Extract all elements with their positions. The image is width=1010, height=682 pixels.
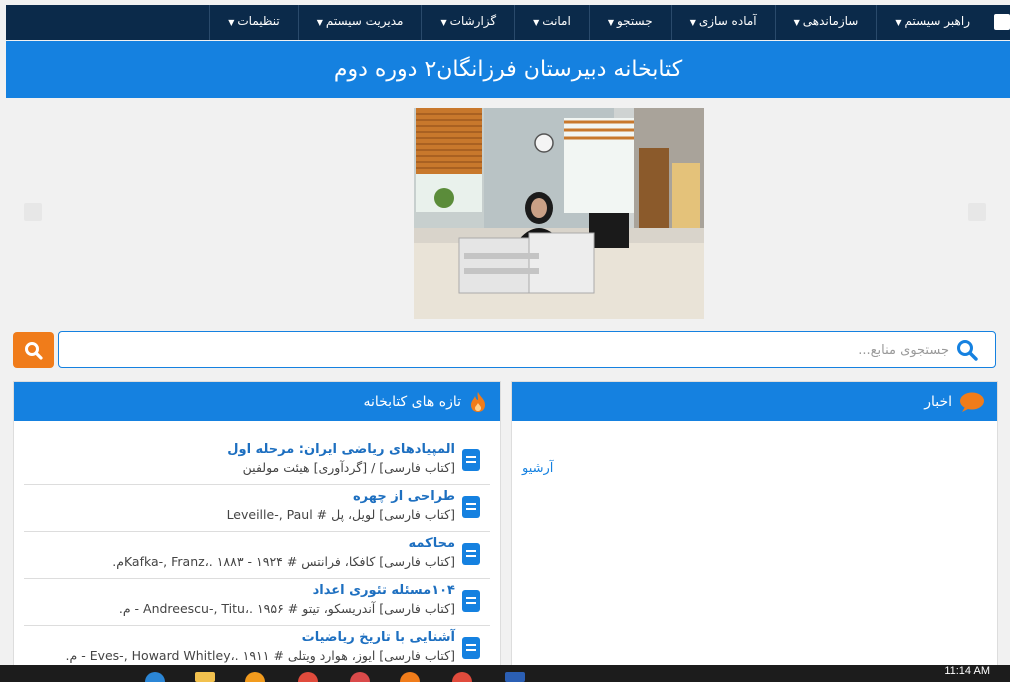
app-icon[interactable] xyxy=(245,672,265,682)
menu-item-settings[interactable]: تنظیمات▼ xyxy=(209,5,297,40)
book-meta: [کتاب فارسی] ایوز، هوارد ویتلی # ۱۹۱۱ .،… xyxy=(65,648,455,663)
menu-item-label: امانت xyxy=(542,14,571,28)
menu-item-label: آماده سازی xyxy=(698,14,757,28)
taskbar-clock[interactable]: 11:14 AM xyxy=(944,665,990,677)
top-navbar: راهبر سیستم▼ سازماندهی▼ آماده سازی▼ جستج… xyxy=(6,5,1010,40)
slider-prev-button[interactable] xyxy=(24,203,42,221)
book-icon xyxy=(462,496,480,518)
menu-item-label: جستجو xyxy=(616,14,653,28)
edge-icon[interactable] xyxy=(145,672,165,682)
list-item: المپیادهای ریاضی ایران: مرحله اول [کتاب … xyxy=(24,438,490,485)
main-menu: راهبر سیستم▼ سازماندهی▼ آماده سازی▼ جستج… xyxy=(209,5,988,40)
search-field-icon xyxy=(957,340,978,361)
list-item: محاکمه [کتاب فارسی] کافکا، فرانتس # ۱۹۲۴… xyxy=(24,532,490,579)
book-icon xyxy=(462,543,480,565)
menu-item-reports[interactable]: گزارشات▼ xyxy=(421,5,514,40)
caret-down-icon: ▼ xyxy=(793,18,800,27)
book-title-link[interactable]: طراحی از چهره xyxy=(353,489,455,504)
menu-item-cataloging[interactable]: سازماندهی▼ xyxy=(774,5,877,40)
app-icon[interactable] xyxy=(400,672,420,682)
recent-panel-title: تازه های کتابخانه xyxy=(363,393,461,410)
news-panel-header: اخبار xyxy=(512,382,997,421)
menu-item-label: گزارشات xyxy=(449,14,497,28)
caret-down-icon: ▼ xyxy=(440,18,447,27)
caret-down-icon: ▼ xyxy=(895,18,902,27)
fire-icon xyxy=(471,391,485,412)
news-archive-link[interactable]: آرشیو xyxy=(522,461,553,476)
book-title-link[interactable]: المپیادهای ریاضی ایران: مرحله اول xyxy=(227,442,455,457)
chrome-icon[interactable] xyxy=(452,672,472,682)
library-photo xyxy=(414,108,704,319)
list-item: ۱۰۴مسئله تئوری اعداد [کتاب فارسی] آندریس… xyxy=(24,579,490,626)
search-input[interactable] xyxy=(67,336,951,365)
speech-bubble-icon xyxy=(960,392,984,412)
menu-item-label: راهبر سیستم xyxy=(904,14,970,28)
book-icon xyxy=(462,449,480,471)
os-taskbar: 11:14 AM xyxy=(0,665,1010,682)
image-slider xyxy=(6,98,1010,328)
menu-item-label: مدیریت سیستم xyxy=(325,14,404,28)
recent-books-panel: تازه های کتابخانه المپیادهای ریاضی ایران… xyxy=(13,381,501,671)
book-meta: [کتاب فارسی] کافکا، فرانتس # ۱۹۲۴ - ۱۸۸۳… xyxy=(112,554,455,569)
book-meta: [کتاب فارسی] آندریسکو، تیتو # ۱۹۵۶ .،And… xyxy=(118,601,455,616)
app-icon[interactable] xyxy=(350,672,370,682)
book-meta: [کتاب فارسی] لویل، پل # Leveille-, Paul xyxy=(226,507,455,522)
book-title-link[interactable]: آشنایی با تاریخ ریاضیات xyxy=(302,630,455,645)
menu-item-circulation[interactable]: امانت▼ xyxy=(514,5,589,40)
caret-down-icon: ▼ xyxy=(316,18,323,27)
news-panel: اخبار آرشیو xyxy=(511,381,998,671)
slider-next-button[interactable] xyxy=(968,203,986,221)
menu-item-label: تنظیمات xyxy=(237,14,280,28)
recent-books-list: المپیادهای ریاضی ایران: مرحله اول [کتاب … xyxy=(24,438,490,673)
word-icon[interactable] xyxy=(505,672,525,682)
caret-down-icon: ▼ xyxy=(533,18,540,27)
caret-down-icon: ▼ xyxy=(228,18,235,27)
library-title: کتابخانه دبیرستان فرزانگان۲ دوره دوم xyxy=(333,57,683,82)
folder-icon[interactable] xyxy=(195,672,215,682)
menu-item-search[interactable]: جستجو▼ xyxy=(588,5,671,40)
news-panel-title: اخبار xyxy=(924,393,952,410)
menu-item-preparation[interactable]: آماده سازی▼ xyxy=(670,5,775,40)
list-item: طراحی از چهره [کتاب فارسی] لویل، پل # Le… xyxy=(24,485,490,532)
app-logo-icon[interactable] xyxy=(994,14,1010,30)
book-icon xyxy=(462,590,480,612)
book-meta: [کتاب فارسی] / [گردآوری] هیئت مولفین xyxy=(242,460,455,475)
book-icon xyxy=(462,637,480,659)
caret-down-icon: ▼ xyxy=(607,18,614,27)
caret-down-icon: ▼ xyxy=(689,18,696,27)
menu-item-system-guide[interactable]: راهبر سیستم▼ xyxy=(876,5,988,40)
book-title-link[interactable]: ۱۰۴مسئله تئوری اعداد xyxy=(313,583,455,598)
chrome-icon[interactable] xyxy=(298,672,318,682)
search-field xyxy=(58,331,996,368)
search-button[interactable] xyxy=(13,332,54,368)
library-header: کتابخانه دبیرستان فرزانگان۲ دوره دوم xyxy=(6,41,1010,98)
search-icon xyxy=(25,342,43,360)
menu-item-label: سازماندهی xyxy=(802,14,859,28)
menu-item-system-management[interactable]: مدیریت سیستم▼ xyxy=(297,5,422,40)
book-title-link[interactable]: محاکمه xyxy=(409,536,455,551)
recent-panel-header: تازه های کتابخانه xyxy=(14,382,500,421)
